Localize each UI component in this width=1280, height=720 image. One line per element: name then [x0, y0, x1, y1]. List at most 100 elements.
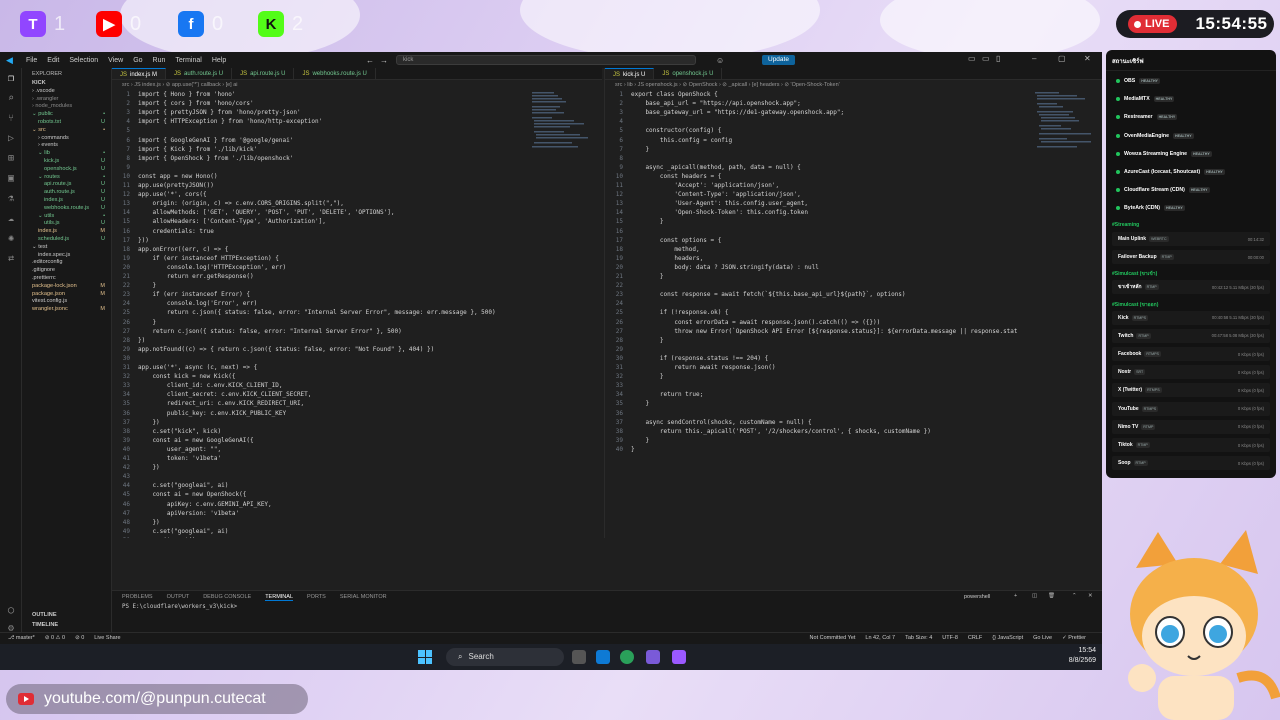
- timeline-section[interactable]: TIMELINE: [22, 622, 58, 630]
- tree-item[interactable]: webhooks.route.js U: [22, 205, 111, 213]
- stream-row[interactable]: Soop RTMP 0 Kbps (0 fps): [1112, 456, 1270, 471]
- minimap-left[interactable]: [532, 90, 588, 150]
- update-button[interactable]: Update: [762, 55, 795, 65]
- editor-tab[interactable]: JS index.js M: [112, 68, 167, 79]
- tree-item[interactable]: › node_modules: [22, 103, 111, 111]
- status-item[interactable]: ✓ Prettier: [1062, 633, 1086, 644]
- status-item[interactable]: Tab Size: 4: [905, 633, 932, 644]
- close-icon[interactable]: ✕: [1084, 54, 1091, 63]
- stream-row[interactable]: Failover Backup RTMP 00:00:00: [1112, 250, 1270, 265]
- tree-item[interactable]: api.route.js U: [22, 181, 111, 189]
- stream-row[interactable]: Nimo TV RTMP 0 Kbps (0 fps): [1112, 419, 1270, 434]
- stream-row[interactable]: X (Twitter) RTMPS 0 Kbps (0 fps): [1112, 383, 1270, 398]
- tree-item[interactable]: auth.route.js U: [22, 189, 111, 197]
- taskbar-time[interactable]: 15:54: [1078, 647, 1096, 654]
- status-item[interactable]: Go Live: [1033, 633, 1052, 644]
- tree-item[interactable]: robots.txt U: [22, 119, 111, 127]
- panel-tab[interactable]: PROBLEMS: [122, 594, 153, 601]
- run-debug-icon[interactable]: ▷: [0, 128, 22, 148]
- layout-icon[interactable]: ▯: [996, 54, 1000, 63]
- terminal-prompt[interactable]: PS E:\cloudflare\workers_v3\kick>: [112, 604, 1102, 610]
- status-item[interactable]: UTF-8: [942, 633, 958, 644]
- code-editor-right[interactable]: 1 export class OpenShock {2 base_api_url …: [605, 90, 1102, 454]
- maximize-icon[interactable]: ▢: [1058, 54, 1066, 63]
- minimap-right[interactable]: [1035, 90, 1091, 150]
- task-view-icon[interactable]: [572, 650, 586, 664]
- tree-item[interactable]: openshock.js U: [22, 166, 111, 174]
- editor-tab[interactable]: JS webhooks.route.js U: [294, 68, 376, 79]
- editor-tab[interactable]: JS openshock.js U: [654, 68, 723, 79]
- stream-row[interactable]: ขาเข้าหลัก RTMP 00:42:12 5.11 Mbps (30 fps…: [1112, 280, 1270, 295]
- tree-item[interactable]: package-lock.json M: [22, 283, 111, 291]
- panel-tab[interactable]: TERMINAL: [265, 594, 293, 601]
- panel-tab[interactable]: SERIAL MONITOR: [340, 594, 387, 601]
- windows-start-icon[interactable]: [418, 650, 432, 664]
- tree-item[interactable]: ⌄ lib •: [22, 150, 111, 158]
- app-taskbar-icon[interactable]: [672, 650, 686, 664]
- tree-item[interactable]: index.spec.js: [22, 252, 111, 260]
- tree-item[interactable]: .editorconfig: [22, 259, 111, 267]
- nav-forward-icon[interactable]: →: [380, 56, 388, 65]
- tree-item[interactable]: vitest.config.js: [22, 298, 111, 306]
- layout-icon[interactable]: ▭: [982, 54, 990, 63]
- explorer-root[interactable]: KICK: [22, 80, 111, 88]
- taskbar-search[interactable]: ⌕ Search: [446, 648, 564, 666]
- stream-row[interactable]: Tiktok RTMP 0 Kbps (0 fps): [1112, 438, 1270, 452]
- tree-item[interactable]: scheduled.js U: [22, 236, 111, 244]
- code-editor-left[interactable]: 1 import { Hono } from 'hono' 2 import { co…: [112, 90, 602, 538]
- tree-item[interactable]: › events: [22, 142, 111, 150]
- command-search-input[interactable]: kick: [396, 55, 696, 65]
- terminal-shell-label[interactable]: powershell: [964, 594, 990, 600]
- tree-item[interactable]: ⌄ public •: [22, 111, 111, 119]
- tree-item[interactable]: ⌄ src •: [22, 127, 111, 135]
- status-item[interactable]: {} JavaScript: [992, 633, 1023, 644]
- tree-item[interactable]: › .vscode: [22, 88, 111, 96]
- status-item[interactable]: ⊘ 0 ⚠ 0: [45, 633, 65, 644]
- extensions-icon[interactable]: ⊞: [0, 148, 22, 168]
- copilot-icon[interactable]: ☺: [716, 56, 724, 65]
- layout-icon[interactable]: ▭: [968, 54, 976, 63]
- settings-sync-icon[interactable]: ✺: [0, 228, 22, 248]
- stream-row[interactable]: Facebook RTMPS 0 Kbps (0 fps): [1112, 347, 1270, 361]
- panel-tab[interactable]: PORTS: [307, 594, 326, 601]
- tree-item[interactable]: package.json M: [22, 291, 111, 299]
- editor-tab[interactable]: JS auth.route.js U: [166, 68, 233, 79]
- tree-item[interactable]: utils.js U: [22, 220, 111, 228]
- accounts-icon[interactable]: ◯: [0, 600, 22, 620]
- search-icon[interactable]: ⌕: [0, 88, 22, 108]
- kill-terminal-icon[interactable]: 🗑: [1048, 593, 1055, 599]
- app-taskbar-icon[interactable]: [646, 650, 660, 664]
- vscode-taskbar-icon[interactable]: [596, 650, 610, 664]
- tree-item[interactable]: › commands: [22, 135, 111, 143]
- menu-item-terminal[interactable]: Terminal: [175, 57, 201, 64]
- tree-item[interactable]: kick.js U: [22, 158, 111, 166]
- menu-item-edit[interactable]: Edit: [47, 57, 59, 64]
- outline-section[interactable]: OUTLINE: [22, 612, 57, 620]
- stream-row[interactable]: Kick RTMPS 00:40:58 5.11 Mbps (30 fps): [1112, 310, 1270, 325]
- status-item[interactable]: ⊘ 0: [75, 633, 84, 644]
- editor-tab[interactable]: JS kick.js U: [605, 68, 655, 79]
- editor-tab[interactable]: JS api.route.js U: [232, 68, 295, 79]
- stream-row[interactable]: Main Uplink WEBRTC 00:14:32: [1112, 232, 1270, 246]
- remote-icon[interactable]: ▣: [0, 168, 22, 188]
- panel-tab[interactable]: DEBUG CONSOLE: [203, 594, 251, 601]
- stream-row[interactable]: Nostr SRT 0 Kbps (0 fps): [1112, 365, 1270, 380]
- status-item[interactable]: Ln 42, Col 7: [865, 633, 895, 644]
- tree-item[interactable]: › .wrangler: [22, 96, 111, 104]
- status-item[interactable]: CRLF: [968, 633, 982, 644]
- menu-item-help[interactable]: Help: [212, 57, 226, 64]
- tree-item[interactable]: .prettierrc: [22, 275, 111, 283]
- menu-item-run[interactable]: Run: [153, 57, 166, 64]
- chrome-taskbar-icon[interactable]: [620, 650, 634, 664]
- maximize-panel-icon[interactable]: ⌃: [1072, 593, 1077, 599]
- docker-icon[interactable]: ☁: [0, 208, 22, 228]
- tree-item[interactable]: ⌄ routes •: [22, 174, 111, 182]
- tree-item[interactable]: .gitignore: [22, 267, 111, 275]
- testing-icon[interactable]: ⚗: [0, 188, 22, 208]
- taskbar-date[interactable]: 8/8/2569: [1069, 657, 1096, 664]
- source-control-icon[interactable]: ⑂: [0, 108, 22, 128]
- tree-item[interactable]: index.js U: [22, 197, 111, 205]
- menu-item-selection[interactable]: Selection: [69, 57, 98, 64]
- menu-item-file[interactable]: File: [26, 57, 37, 64]
- breadcrumb[interactable]: src › lib › JS openshock.js › ⊘ OpenShoc…: [605, 80, 1102, 90]
